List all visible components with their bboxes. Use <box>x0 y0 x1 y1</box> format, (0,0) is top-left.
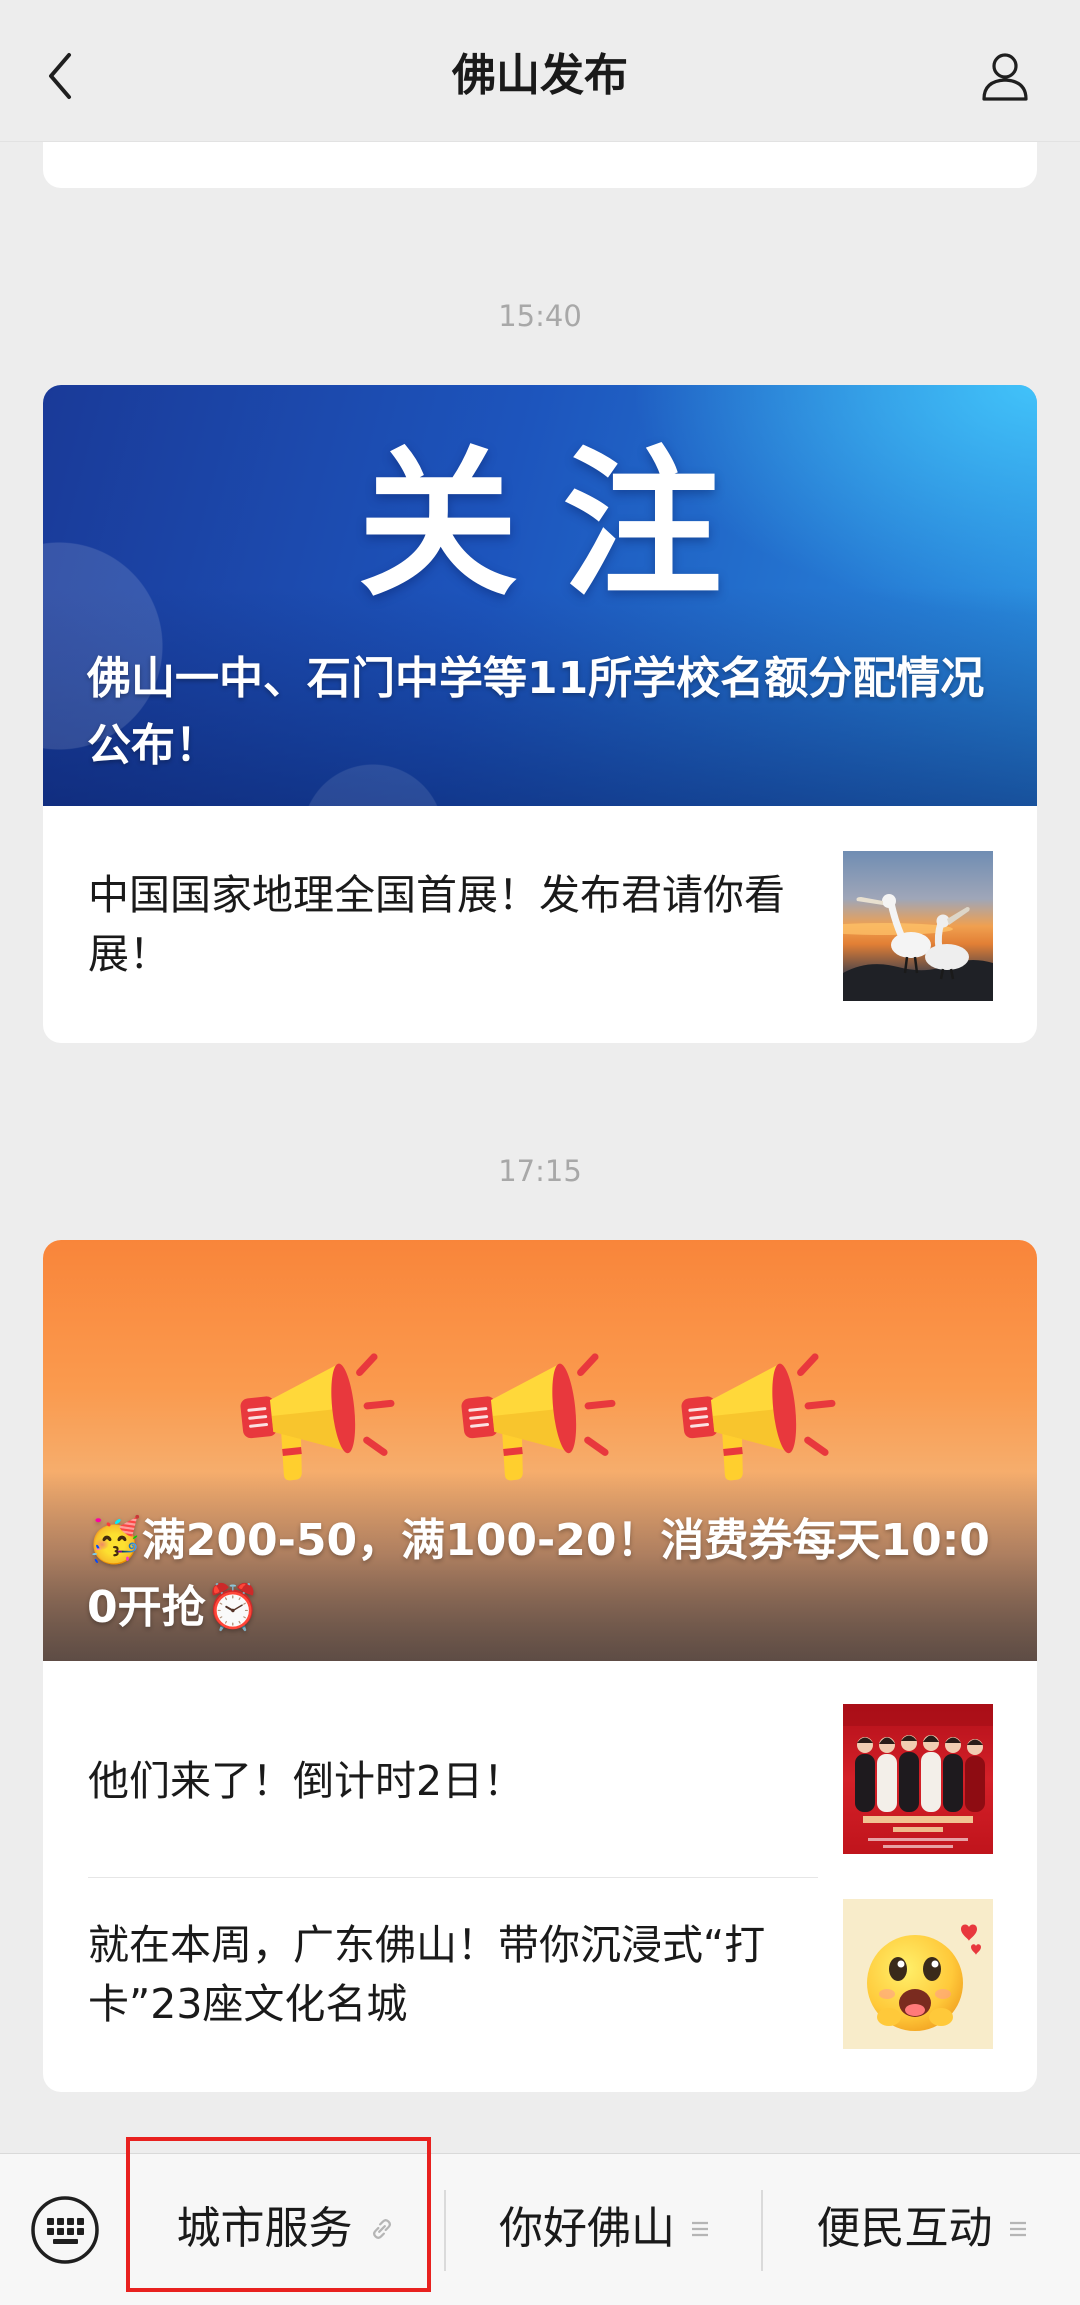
article-thumbnail <box>843 851 993 1001</box>
article-card: 关注 佛山一中、石门中学等11所学校名额分配情况公布！ 中国国家地理全国首展！发… <box>43 385 1037 1043</box>
person-icon <box>982 53 1028 101</box>
list-item[interactable]: 他们来了！倒计时2日！ <box>43 1661 1037 1877</box>
timestamp: 17:15 <box>498 1154 582 1188</box>
article-cover[interactable]: 关注 佛山一中、石门中学等11所学校名额分配情况公布！ <box>43 385 1037 806</box>
timestamp: 15:40 <box>498 299 582 333</box>
menu-lines-icon <box>692 2221 708 2237</box>
list-item-title: 他们来了！倒计时2日！ <box>88 1757 525 1805</box>
profile-button[interactable] <box>967 38 1043 114</box>
bottom-menu-bar: 城市服务 你好佛山 便民互动 <box>0 2153 1080 2305</box>
article-card: 🥳满200-50，满100-20！消费券每天10:00开抢⏰ 他们来了！倒计时2… <box>43 1240 1037 2092</box>
keyboard-toggle-button[interactable] <box>24 2189 106 2271</box>
menu-label: 便民互动 <box>816 2203 993 2254</box>
back-button[interactable] <box>30 38 90 114</box>
menu-label: 你好佛山 <box>499 2203 675 2254</box>
link-icon <box>372 2219 391 2239</box>
menu-city-services[interactable]: 城市服务 <box>126 2174 445 2284</box>
menu-lines-icon <box>1009 2221 1026 2237</box>
article-cover[interactable]: 🥳满200-50，满100-20！消费券每天10:00开抢⏰ <box>43 1240 1037 1661</box>
list-item[interactable]: 中国国家地理全国首展！发布君请你看展！ <box>43 806 1037 1043</box>
article-thumbnail <box>843 1704 993 1854</box>
megaphone-icon <box>240 1353 395 1481</box>
menu-public-interaction[interactable]: 便民互动 <box>763 2174 1080 2284</box>
megaphone-icon <box>681 1353 836 1481</box>
list-item-title: 就在本周，广东佛山！带你沉浸式“打卡”23座文化名城 <box>88 1921 766 2028</box>
menu-label: 城市服务 <box>176 2203 353 2254</box>
cover-headline: 关注 <box>357 431 766 618</box>
list-item[interactable]: 就在本周，广东佛山！带你沉浸式“打卡”23座文化名城 <box>43 1878 1037 2092</box>
menu-hello-foshan[interactable]: 你好佛山 <box>446 2174 762 2284</box>
cover-article-title: 佛山一中、石门中学等11所学校名额分配情况公布！ <box>87 653 985 771</box>
top-bar: 佛山发布 <box>0 0 1080 142</box>
keyboard-icon <box>31 2196 99 2264</box>
article-thumbnail <box>843 1899 993 2049</box>
chevron-left-icon <box>49 53 71 99</box>
list-item-title: 中国国家地理全国首展！发布君请你看展！ <box>88 871 785 978</box>
page-title: 佛山发布 <box>452 50 628 101</box>
megaphone-icon <box>461 1353 616 1481</box>
cover-article-title: 🥳满200-50，满100-20！消费券每天10:00开抢⏰ <box>87 1515 990 1633</box>
